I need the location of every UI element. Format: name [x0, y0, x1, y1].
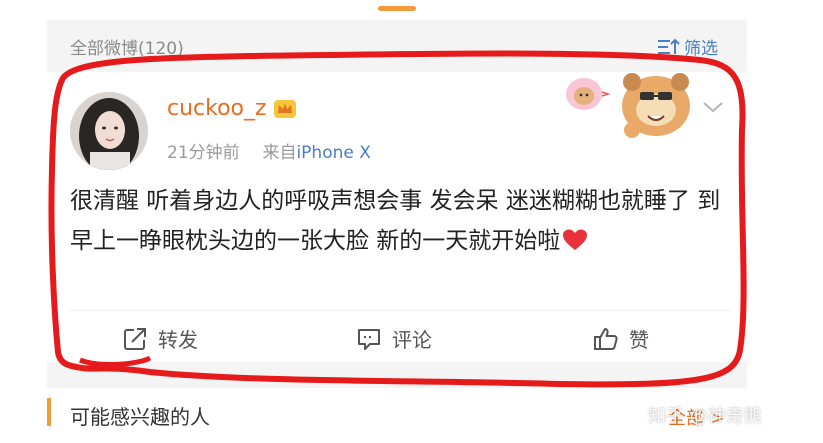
top-scroll-indicator: [378, 6, 416, 11]
like-icon: [594, 327, 618, 350]
post-time: 21分钟前: [167, 143, 240, 163]
crown-icon: [273, 99, 296, 118]
feed-separator: [47, 362, 747, 388]
like-label: 赞: [629, 328, 649, 352]
avatar[interactable]: [70, 92, 148, 170]
filter-icon: [658, 38, 680, 54]
action-divider: [70, 310, 730, 311]
filter-button[interactable]: 筛选: [656, 34, 718, 59]
watermark: 知乎 @神奇熊: [648, 406, 762, 427]
section-accent-bar: [47, 398, 51, 426]
chevron-down-icon[interactable]: [702, 100, 724, 114]
post-text: 很清醒 听着身边人的呼吸声想会事 发会呆 迷迷糊糊也就睡了 到早上一睁眼枕头边的…: [70, 188, 721, 254]
post-source[interactable]: iPhone X: [296, 143, 370, 163]
repost-button[interactable]: 转发: [122, 324, 198, 353]
bear-sticker-icon: [566, 73, 690, 138]
comment-button[interactable]: 评论: [356, 324, 432, 353]
section-title: 可能感兴趣的人: [70, 405, 210, 429]
feed-header-title: 全部微博(120): [70, 39, 184, 59]
repost-icon: [124, 327, 146, 350]
like-button[interactable]: 赞: [593, 324, 649, 353]
repost-label: 转发: [158, 328, 198, 352]
comment-icon: [358, 328, 380, 350]
post-meta: 21分钟前 来自iPhone X: [167, 138, 371, 163]
comment-label: 评论: [392, 328, 432, 352]
filter-label: 筛选: [684, 39, 718, 59]
post-body: 很清醒 听着身边人的呼吸声想会事 发会呆 迷迷糊糊也就睡了 到早上一睁眼枕头边的…: [70, 181, 730, 261]
post-username[interactable]: cuckoo_z: [167, 96, 297, 121]
post-source-prefix: 来自: [262, 143, 297, 163]
heart-icon: [563, 229, 588, 250]
username-text[interactable]: cuckoo_z: [167, 96, 267, 121]
